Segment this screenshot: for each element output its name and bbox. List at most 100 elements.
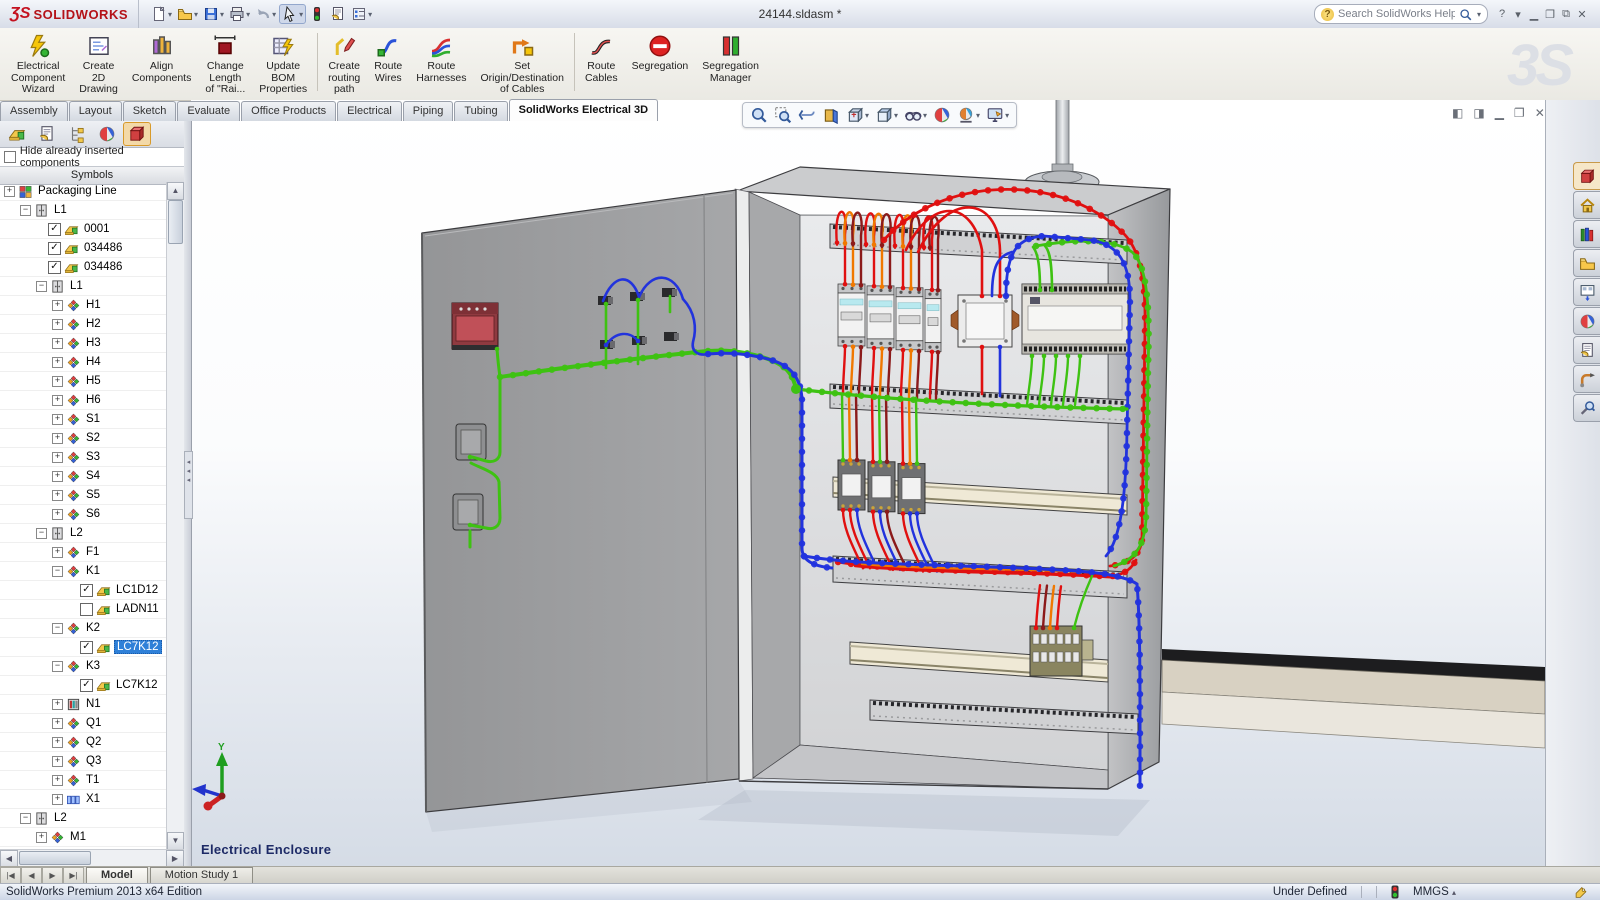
collapse-icon[interactable]: − [52,623,63,634]
tree-row-k2[interactable]: −K2 [0,619,167,638]
tab-piping[interactable]: Piping [403,101,454,121]
tree-item-label[interactable]: F1 [84,546,101,558]
nav-next-button[interactable]: ▶ [42,867,63,884]
nav-first-button[interactable]: |◀ [0,867,21,884]
tree-row-034486[interactable]: ✓034486 [0,239,167,258]
tree-row-q2[interactable]: +Q2 [0,733,167,752]
expand-icon[interactable]: + [52,756,63,767]
tab-office-products[interactable]: Office Products [241,101,336,121]
tree-row-x1[interactable]: +X1 [0,790,167,809]
3d-scene[interactable]: Y Z [191,100,1545,866]
tree-row-lc1d12[interactable]: ✓LC1D12 [0,581,167,600]
tree-row-034486[interactable]: ✓034486 [0,258,167,277]
tree-item-label[interactable]: S6 [84,508,102,520]
tree-row-l1[interactable]: −L1 [0,201,167,220]
tree-item-label[interactable]: S2 [84,432,102,444]
hide-show-items-button[interactable]: ▾ [902,106,929,124]
panel-tool-hand-sheet-button[interactable] [33,122,61,146]
panel-tool-symbol-button[interactable] [3,122,31,146]
print-button[interactable]: ▾ [227,5,252,23]
view-settings-button[interactable]: ▾ [984,106,1011,124]
tree-vertical-scrollbar[interactable]: ▲ ▼ [166,182,184,850]
tab-motion-study-1[interactable]: Motion Study 1 [150,867,253,884]
tree-item-label[interactable]: 034486 [82,242,124,254]
tree-item-label[interactable]: S3 [84,451,102,463]
hscroll-thumb[interactable] [19,851,91,865]
collapse-icon[interactable]: − [52,566,63,577]
tree-item-label[interactable]: H1 [84,299,103,311]
expand-icon[interactable]: + [52,433,63,444]
taskpane-tab-tools-search[interactable] [1573,394,1600,422]
hide-show-items-dropdown-icon[interactable]: ▾ [923,111,927,120]
tree-item-label[interactable]: Q2 [84,736,103,748]
collapse-icon[interactable]: − [36,528,47,539]
visibility-checkbox[interactable]: ✓ [48,223,61,236]
tree-row-h3[interactable]: +H3 [0,334,167,353]
taskpane-tab-appearances[interactable] [1573,307,1600,335]
expand-icon[interactable]: + [52,300,63,311]
tab-layout[interactable]: Layout [69,101,122,121]
zoom-fit-button[interactable] [748,106,770,124]
taskpane-tab-home[interactable] [1573,191,1600,219]
tree-row-m1[interactable]: +M1 [0,828,167,847]
doc-pane-left-button[interactable]: ◧ [1452,106,1463,120]
tree-item-label[interactable]: Packaging Line [36,185,119,197]
taskpane-tab-routing-library[interactable] [1573,365,1600,393]
options-dropdown-icon[interactable]: ▾ [368,10,372,19]
splitter-grip[interactable]: ◂◂◂ [184,451,193,519]
tree-item-label[interactable]: LC7K12 [114,640,162,654]
tab-sketch[interactable]: Sketch [123,101,177,121]
doc-minimize-button[interactable]: ▁ [1495,106,1504,120]
expand-icon[interactable]: + [52,414,63,425]
tree-item-label[interactable]: H5 [84,375,103,387]
zoom-area-button[interactable] [772,106,794,124]
tree-item-label[interactable]: 0001 [82,223,112,235]
tree-row-h1[interactable]: + H1 [0,296,167,315]
tree-item-label[interactable]: H2 [84,318,103,330]
display-style-button[interactable]: ▾ [873,106,900,124]
tab-evaluate[interactable]: Evaluate [177,101,240,121]
open-folder-button[interactable]: ▾ [175,5,200,23]
expand-icon[interactable]: + [52,471,63,482]
tab-assembly[interactable]: Assembly [0,101,68,121]
tree-row-l2[interactable]: −L2 [0,524,167,543]
display-style-dropdown-icon[interactable]: ▾ [894,111,898,120]
tree-item-label[interactable]: S5 [84,489,102,501]
hide-inserted-checkbox[interactable] [4,151,16,163]
taskpane-tab-ecube[interactable] [1573,162,1600,190]
scroll-down-button[interactable]: ▼ [167,832,184,850]
open-folder-dropdown-icon[interactable]: ▾ [194,10,198,19]
tree-item-label[interactable]: L1 [52,204,69,216]
tree-row-f1[interactable]: +F1 [0,543,167,562]
taskpane-tab-custom-properties[interactable] [1573,336,1600,364]
tree-item-label[interactable]: S4 [84,470,102,482]
segregation-button[interactable]: Segregation [625,30,696,75]
tree-row-q3[interactable]: + Q3 [0,752,167,771]
change-length-button[interactable]: Change Length of "Rai... [198,30,252,98]
tree-item-label[interactable]: T1 [84,774,101,786]
tree-row-0001[interactable]: ✓ 0001 [0,220,167,239]
scroll-up-button[interactable]: ▲ [167,182,184,200]
expand-icon[interactable]: + [4,186,15,197]
edit-appearance-button[interactable] [931,106,953,124]
tree-item-label[interactable]: H6 [84,394,103,406]
new-document-button[interactable]: ▾ [149,5,174,23]
file-properties-button[interactable] [328,5,348,23]
visibility-checkbox[interactable]: ✓ [80,679,93,692]
section-view-button[interactable] [820,106,842,124]
tree-row-h4[interactable]: +H4 [0,353,167,372]
tree-item-label[interactable]: Q3 [84,755,103,767]
collapse-icon[interactable]: − [36,281,47,292]
expand-icon[interactable]: + [52,338,63,349]
align-components-button[interactable]: Align Components [125,30,199,86]
tab-solidworks-electrical-3d[interactable]: SolidWorks Electrical 3D [509,99,658,121]
tree-row-s5[interactable]: +S5 [0,486,167,505]
help-button[interactable]: ? [1494,8,1510,21]
taskpane-tab-design-library[interactable] [1573,220,1600,248]
tree-item-label[interactable]: Q1 [84,717,103,729]
tab-tubing[interactable]: Tubing [454,101,507,121]
route-harnesses-button[interactable]: Route Harnesses [409,30,473,86]
doc-close-button[interactable]: ✕ [1535,106,1545,120]
tree-row-s2[interactable]: + S2 [0,429,167,448]
segregation-manager-button[interactable]: Segregation Manager [695,30,766,86]
